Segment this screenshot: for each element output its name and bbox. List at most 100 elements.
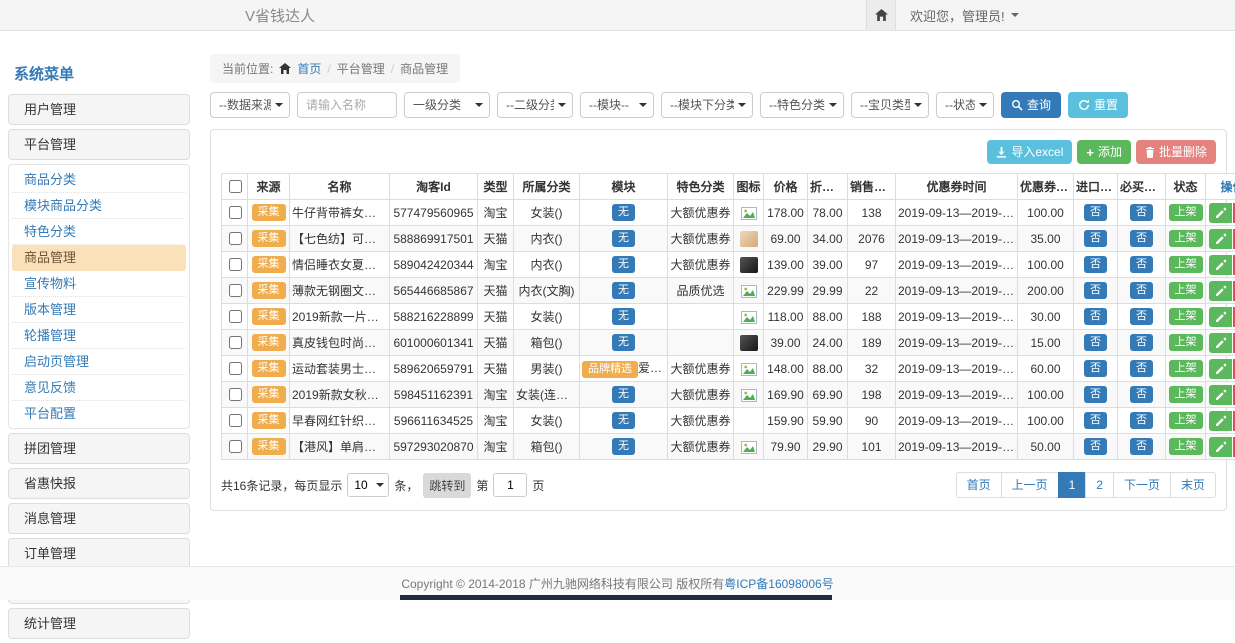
edit-button[interactable] <box>1209 255 1232 275</box>
must-buy-badge[interactable]: 否 <box>1130 308 1153 325</box>
page-button-last[interactable]: 末页 <box>1170 472 1216 498</box>
import-select-badge[interactable]: 否 <box>1084 230 1107 247</box>
status-badge[interactable]: 上架 <box>1169 256 1203 273</box>
sidebar-item-statistics-management[interactable]: 统计管理 <box>8 608 190 639</box>
search-button[interactable]: 查询 <box>1001 92 1061 118</box>
select-all-checkbox[interactable] <box>229 180 242 193</box>
user-menu[interactable]: 欢迎您，管理员! <box>910 6 1019 25</box>
row-checkbox[interactable] <box>229 206 242 219</box>
row-checkbox[interactable] <box>229 336 242 349</box>
import-select-badge[interactable]: 否 <box>1084 360 1107 377</box>
must-buy-badge[interactable]: 否 <box>1130 438 1153 455</box>
per-page-select[interactable]: 10 <box>347 473 389 497</box>
import-select-badge[interactable]: 否 <box>1084 334 1107 351</box>
jump-button[interactable]: 跳转到 <box>423 473 471 498</box>
sidebar-item-order-management[interactable]: 订单管理 <box>8 538 190 569</box>
import-select-badge[interactable]: 否 <box>1084 412 1107 429</box>
filter-level2-category-select[interactable]: --二级分类-- <box>497 92 573 118</box>
edit-button[interactable] <box>1209 333 1232 353</box>
breadcrumb-home-link[interactable]: 首页 <box>297 60 321 77</box>
must-buy-badge[interactable]: 否 <box>1130 360 1153 377</box>
sidebar-item-splash-page-management[interactable]: 启动页管理 <box>12 349 186 375</box>
filter-level1-category-select[interactable]: 一级分类 <box>404 92 490 118</box>
home-button[interactable] <box>866 0 896 30</box>
page-button-first[interactable]: 首页 <box>956 472 1002 498</box>
row-checkbox[interactable] <box>229 414 242 427</box>
cell-feature: 大额优惠券 <box>668 382 734 408</box>
page-button-prev[interactable]: 上一页 <box>1001 472 1059 498</box>
must-buy-badge[interactable]: 否 <box>1130 386 1153 403</box>
status-badge[interactable]: 上架 <box>1169 412 1203 429</box>
status-badge[interactable]: 上架 <box>1169 282 1203 299</box>
status-badge[interactable]: 上架 <box>1169 204 1203 221</box>
status-badge[interactable]: 上架 <box>1169 360 1203 377</box>
status-badge[interactable]: 上架 <box>1169 230 1203 247</box>
reset-button[interactable]: 重置 <box>1068 92 1128 118</box>
status-badge[interactable]: 上架 <box>1169 308 1203 325</box>
sidebar-item-module-product-category[interactable]: 模块商品分类 <box>12 193 186 219</box>
must-buy-badge[interactable]: 否 <box>1130 412 1153 429</box>
sidebar-item-group-buy-management[interactable]: 拼团管理 <box>8 433 190 464</box>
table-row: 采集【七色纺】可爱纯棉家...588869917501天猫内衣()无大额优惠券6… <box>222 226 1235 252</box>
edit-button[interactable] <box>1209 437 1232 457</box>
product-thumbnail <box>740 335 758 351</box>
import-select-badge[interactable]: 否 <box>1084 438 1107 455</box>
sidebar-item-platform-management[interactable]: 平台管理 <box>8 129 190 160</box>
module-text: 爱上运动 <box>638 361 668 375</box>
must-buy-badge[interactable]: 否 <box>1130 204 1153 221</box>
sidebar-item-message-management[interactable]: 消息管理 <box>8 503 190 534</box>
row-checkbox[interactable] <box>229 232 242 245</box>
row-checkbox[interactable] <box>229 440 242 453</box>
edit-button[interactable] <box>1209 281 1232 301</box>
row-checkbox[interactable] <box>229 258 242 271</box>
import-select-badge[interactable]: 否 <box>1084 282 1107 299</box>
sidebar-item-feedback[interactable]: 意见反馈 <box>12 375 186 401</box>
sidebar-item-carousel-management[interactable]: 轮播管理 <box>12 323 186 349</box>
page-button-page-1[interactable]: 1 <box>1058 472 1087 498</box>
edit-button[interactable] <box>1209 385 1232 405</box>
edit-button[interactable] <box>1209 411 1232 431</box>
sidebar-item-featured-category[interactable]: 特色分类 <box>12 219 186 245</box>
status-badge[interactable]: 上架 <box>1169 386 1203 403</box>
row-checkbox[interactable] <box>229 362 242 375</box>
import-select-badge[interactable]: 否 <box>1084 308 1107 325</box>
add-button[interactable]: + 添加 <box>1077 140 1131 164</box>
table-header-type: 类型 <box>478 174 514 200</box>
import-select-badge[interactable]: 否 <box>1084 204 1107 221</box>
row-checkbox[interactable] <box>229 284 242 297</box>
page-button-next[interactable]: 下一页 <box>1113 472 1171 498</box>
sidebar-item-saving-express[interactable]: 省惠快报 <box>8 468 190 499</box>
page-button-page-2[interactable]: 2 <box>1085 472 1114 498</box>
row-checkbox[interactable] <box>229 388 242 401</box>
page-number-input[interactable] <box>493 473 527 497</box>
edit-button[interactable] <box>1209 229 1232 249</box>
filter-featured-category-select[interactable]: --特色分类-- <box>760 92 844 118</box>
must-buy-badge[interactable]: 否 <box>1130 334 1153 351</box>
status-badge[interactable]: 上架 <box>1169 334 1203 351</box>
sidebar-item-product-category[interactable]: 商品分类 <box>12 167 186 193</box>
status-badge[interactable]: 上架 <box>1169 438 1203 455</box>
icp-link[interactable]: 粤ICP备16098006号 <box>724 575 833 592</box>
edit-button[interactable] <box>1209 359 1232 379</box>
must-buy-badge[interactable]: 否 <box>1130 282 1153 299</box>
edit-button[interactable] <box>1209 307 1232 327</box>
sidebar-item-promo-materials[interactable]: 宣传物料 <box>12 271 186 297</box>
edit-button[interactable] <box>1209 203 1232 223</box>
import-select-badge[interactable]: 否 <box>1084 386 1107 403</box>
import-excel-button[interactable]: 导入excel <box>987 140 1072 164</box>
sidebar-item-user-management[interactable]: 用户管理 <box>8 94 190 125</box>
sidebar-item-product-management[interactable]: 商品管理 <box>12 245 186 271</box>
filter-product-name-input[interactable] <box>297 92 397 118</box>
batch-delete-button[interactable]: 批量删除 <box>1136 140 1216 164</box>
sidebar-item-version-management[interactable]: 版本管理 <box>12 297 186 323</box>
sidebar-item-platform-config[interactable]: 平台配置 <box>12 401 186 426</box>
import-select-badge[interactable]: 否 <box>1084 256 1107 273</box>
row-checkbox[interactable] <box>229 310 242 323</box>
filter-module-select[interactable]: --模块-- <box>580 92 654 118</box>
filter-status-select[interactable]: --状态-- <box>936 92 994 118</box>
filter-module-subcategory-select[interactable]: --模块下分类-- <box>661 92 753 118</box>
must-buy-badge[interactable]: 否 <box>1130 230 1153 247</box>
filter-item-type-select[interactable]: --宝贝类型-- <box>851 92 929 118</box>
filter-source-select[interactable]: --数据来源-- <box>210 92 290 118</box>
must-buy-badge[interactable]: 否 <box>1130 256 1153 273</box>
